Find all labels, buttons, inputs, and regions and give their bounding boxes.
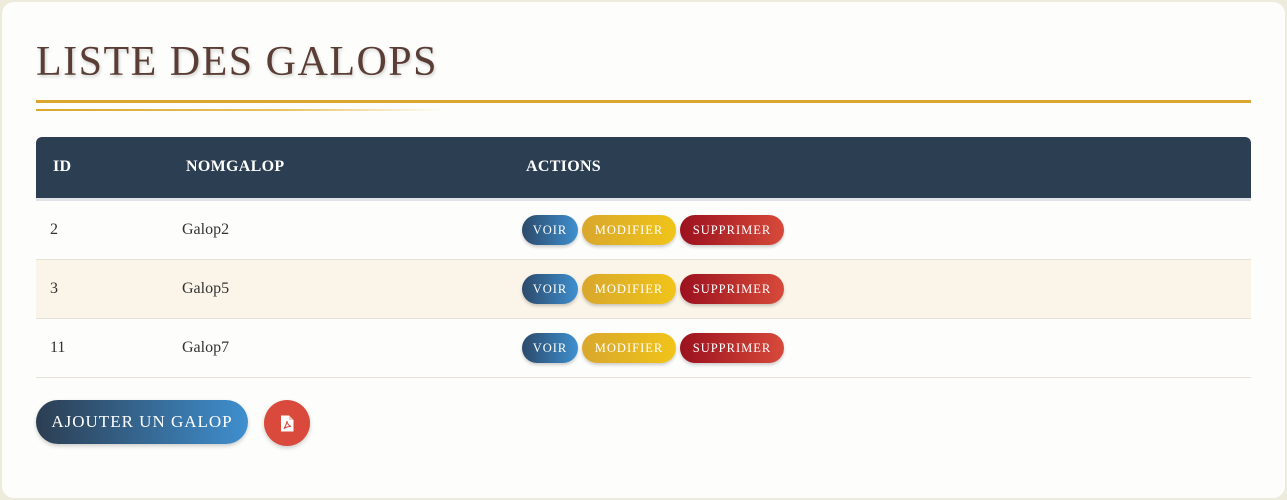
row-name: Galop5 [182,280,230,297]
table-header: ID NOMGALOP ACTIONS [36,137,1251,201]
row-id: 11 [50,339,66,356]
row-actions: VOIR MODIFIER SUPPRIMER [522,274,784,304]
column-header-actions: ACTIONS [526,158,602,175]
view-button[interactable]: VOIR [522,274,578,304]
delete-button[interactable]: SUPPRIMER [680,333,784,363]
export-pdf-button[interactable] [264,400,310,446]
title-underline [36,100,1251,103]
table-row: 2 Galop2 VOIR MODIFIER SUPPRIMER [36,201,1251,260]
column-header-nomgalop: NOMGALOP [186,158,285,175]
row-actions: VOIR MODIFIER SUPPRIMER [522,333,784,363]
delete-button[interactable]: SUPPRIMER [680,274,784,304]
view-button[interactable]: VOIR [522,333,578,363]
column-header-id: ID [53,158,72,175]
page-title: LISTE DES GALOPS [36,39,439,85]
delete-button[interactable]: SUPPRIMER [680,215,784,245]
row-actions: VOIR MODIFIER SUPPRIMER [522,215,784,245]
title-underline-accent [36,109,446,111]
view-button[interactable]: VOIR [522,215,578,245]
row-id: 3 [50,280,58,297]
row-name: Galop7 [182,339,230,356]
edit-button[interactable]: MODIFIER [582,274,676,304]
file-pdf-icon [281,415,294,431]
table-row: 11 Galop7 VOIR MODIFIER SUPPRIMER [36,319,1251,378]
row-id: 2 [50,221,58,238]
edit-button[interactable]: MODIFIER [582,215,676,245]
table-row: 3 Galop5 VOIR MODIFIER SUPPRIMER [36,260,1251,319]
row-name: Galop2 [182,221,230,238]
galops-card: LISTE DES GALOPS ID NOMGALOP ACTIONS 2 G… [2,2,1285,498]
edit-button[interactable]: MODIFIER [582,333,676,363]
add-galop-button[interactable]: AJOUTER UN GALOP [36,400,248,444]
galops-table: ID NOMGALOP ACTIONS 2 Galop2 VOIR MODIFI… [36,137,1251,378]
